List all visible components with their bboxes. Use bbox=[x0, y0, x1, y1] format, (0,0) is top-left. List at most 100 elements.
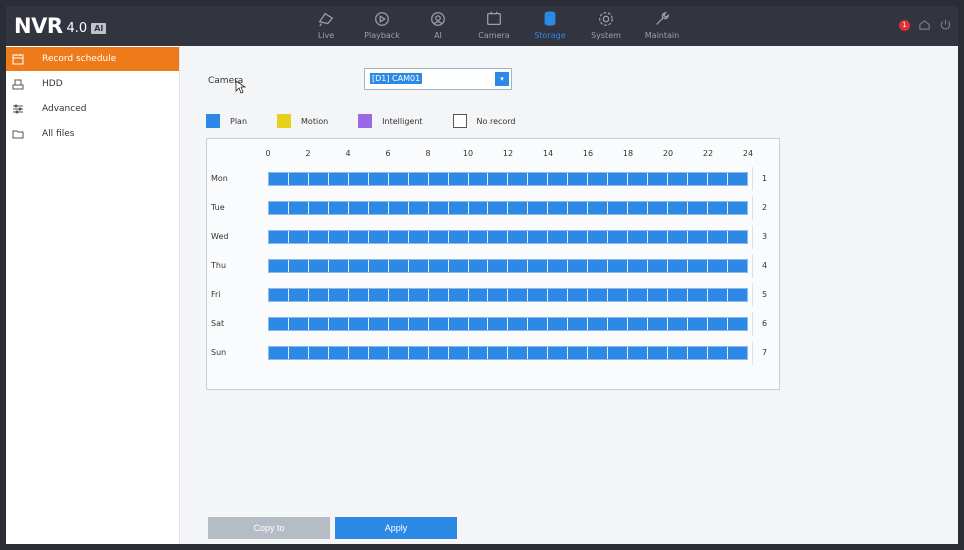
legend-plan[interactable]: Plan bbox=[206, 114, 247, 128]
schedule-cell[interactable] bbox=[727, 202, 747, 214]
schedule-cell[interactable] bbox=[608, 347, 629, 359]
copy-to-button[interactable]: Copy to bbox=[208, 517, 330, 539]
schedule-cell[interactable] bbox=[468, 173, 489, 185]
schedule-cell[interactable] bbox=[668, 202, 689, 214]
schedule-cell[interactable] bbox=[548, 318, 569, 330]
schedule-cell[interactable] bbox=[488, 289, 509, 301]
schedule-cell[interactable] bbox=[707, 289, 728, 301]
schedule-cell[interactable] bbox=[488, 173, 509, 185]
schedule-cell[interactable] bbox=[468, 260, 489, 272]
nav-system[interactable]: System bbox=[578, 6, 634, 46]
schedule-cell[interactable] bbox=[688, 347, 708, 359]
nav-playback[interactable]: Playback bbox=[354, 6, 410, 46]
camera-select[interactable]: [D1] CAM01 ▾ bbox=[364, 68, 512, 90]
schedule-cell[interactable] bbox=[588, 202, 609, 214]
schedule-cell[interactable] bbox=[568, 347, 589, 359]
schedule-cell[interactable] bbox=[388, 173, 409, 185]
schedule-cell[interactable] bbox=[568, 173, 589, 185]
schedule-cell[interactable] bbox=[528, 289, 549, 301]
schedule-cell[interactable] bbox=[668, 173, 689, 185]
schedule-bar[interactable] bbox=[268, 259, 748, 273]
schedule-cell[interactable] bbox=[727, 173, 747, 185]
schedule-cell[interactable] bbox=[269, 289, 289, 301]
sidebar-item-hdd[interactable]: HDD bbox=[6, 72, 179, 96]
legend-intelligent[interactable]: Intelligent bbox=[358, 114, 423, 128]
schedule-cell[interactable] bbox=[408, 202, 429, 214]
schedule-cell[interactable] bbox=[508, 347, 529, 359]
schedule-cell[interactable] bbox=[488, 318, 509, 330]
schedule-cell[interactable] bbox=[588, 173, 609, 185]
schedule-cell[interactable] bbox=[348, 289, 369, 301]
schedule-cell[interactable] bbox=[648, 231, 669, 243]
schedule-cell[interactable] bbox=[269, 347, 289, 359]
schedule-cell[interactable] bbox=[288, 173, 309, 185]
schedule-cell[interactable] bbox=[428, 202, 449, 214]
schedule-cell[interactable] bbox=[568, 260, 589, 272]
schedule-cell[interactable] bbox=[508, 202, 529, 214]
schedule-cell[interactable] bbox=[269, 202, 289, 214]
schedule-cell[interactable] bbox=[608, 318, 629, 330]
schedule-cell[interactable] bbox=[588, 347, 609, 359]
schedule-cell[interactable] bbox=[408, 173, 429, 185]
schedule-cell[interactable] bbox=[428, 231, 449, 243]
schedule-cell[interactable] bbox=[727, 260, 747, 272]
schedule-cell[interactable] bbox=[707, 231, 728, 243]
schedule-cell[interactable] bbox=[668, 231, 689, 243]
schedule-cell[interactable] bbox=[508, 289, 529, 301]
schedule-cell[interactable] bbox=[328, 260, 349, 272]
schedule-cell[interactable] bbox=[727, 289, 747, 301]
schedule-cell[interactable] bbox=[648, 260, 669, 272]
schedule-cell[interactable] bbox=[608, 173, 629, 185]
schedule-cell[interactable] bbox=[348, 202, 369, 214]
schedule-cell[interactable] bbox=[588, 231, 609, 243]
schedule-cell[interactable] bbox=[688, 202, 708, 214]
schedule-cell[interactable] bbox=[388, 289, 409, 301]
schedule-cell[interactable] bbox=[308, 202, 329, 214]
power-icon[interactable] bbox=[939, 16, 952, 35]
legend-motion[interactable]: Motion bbox=[277, 114, 328, 128]
schedule-cell[interactable] bbox=[308, 318, 329, 330]
schedule-cell[interactable] bbox=[508, 318, 529, 330]
schedule-cell[interactable] bbox=[727, 318, 747, 330]
schedule-cell[interactable] bbox=[548, 289, 569, 301]
schedule-cell[interactable] bbox=[308, 173, 329, 185]
schedule-cell[interactable] bbox=[528, 260, 549, 272]
schedule-cell[interactable] bbox=[548, 347, 569, 359]
schedule-cell[interactable] bbox=[368, 202, 389, 214]
nav-storage[interactable]: Storage bbox=[522, 6, 578, 46]
schedule-cell[interactable] bbox=[388, 318, 409, 330]
schedule-cell[interactable] bbox=[388, 231, 409, 243]
schedule-cell[interactable] bbox=[568, 318, 589, 330]
schedule-cell[interactable] bbox=[368, 260, 389, 272]
schedule-cell[interactable] bbox=[608, 231, 629, 243]
schedule-cell[interactable] bbox=[548, 202, 569, 214]
schedule-cell[interactable] bbox=[468, 231, 489, 243]
schedule-cell[interactable] bbox=[488, 231, 509, 243]
schedule-cell[interactable] bbox=[528, 231, 549, 243]
sidebar-item-all-files[interactable]: All files bbox=[6, 122, 179, 146]
schedule-cell[interactable] bbox=[688, 231, 708, 243]
schedule-cell[interactable] bbox=[588, 289, 609, 301]
schedule-cell[interactable] bbox=[328, 318, 349, 330]
schedule-cell[interactable] bbox=[348, 173, 369, 185]
schedule-cell[interactable] bbox=[528, 318, 549, 330]
schedule-cell[interactable] bbox=[308, 260, 329, 272]
schedule-cell[interactable] bbox=[707, 347, 728, 359]
schedule-cell[interactable] bbox=[288, 347, 309, 359]
schedule-cell[interactable] bbox=[428, 289, 449, 301]
schedule-cell[interactable] bbox=[628, 173, 649, 185]
schedule-cell[interactable] bbox=[707, 260, 728, 272]
nav-maintain[interactable]: Maintain bbox=[634, 6, 690, 46]
schedule-cell[interactable] bbox=[288, 231, 309, 243]
schedule-cell[interactable] bbox=[668, 347, 689, 359]
schedule-cell[interactable] bbox=[548, 260, 569, 272]
sidebar-item-record-schedule[interactable]: Record schedule bbox=[6, 47, 179, 71]
schedule-cell[interactable] bbox=[408, 318, 429, 330]
schedule-cell[interactable] bbox=[668, 318, 689, 330]
schedule-cell[interactable] bbox=[568, 231, 589, 243]
schedule-cell[interactable] bbox=[408, 260, 429, 272]
schedule-cell[interactable] bbox=[428, 347, 449, 359]
legend-intelligent-swatch[interactable] bbox=[358, 114, 373, 128]
schedule-cell[interactable] bbox=[269, 318, 289, 330]
schedule-cell[interactable] bbox=[608, 202, 629, 214]
